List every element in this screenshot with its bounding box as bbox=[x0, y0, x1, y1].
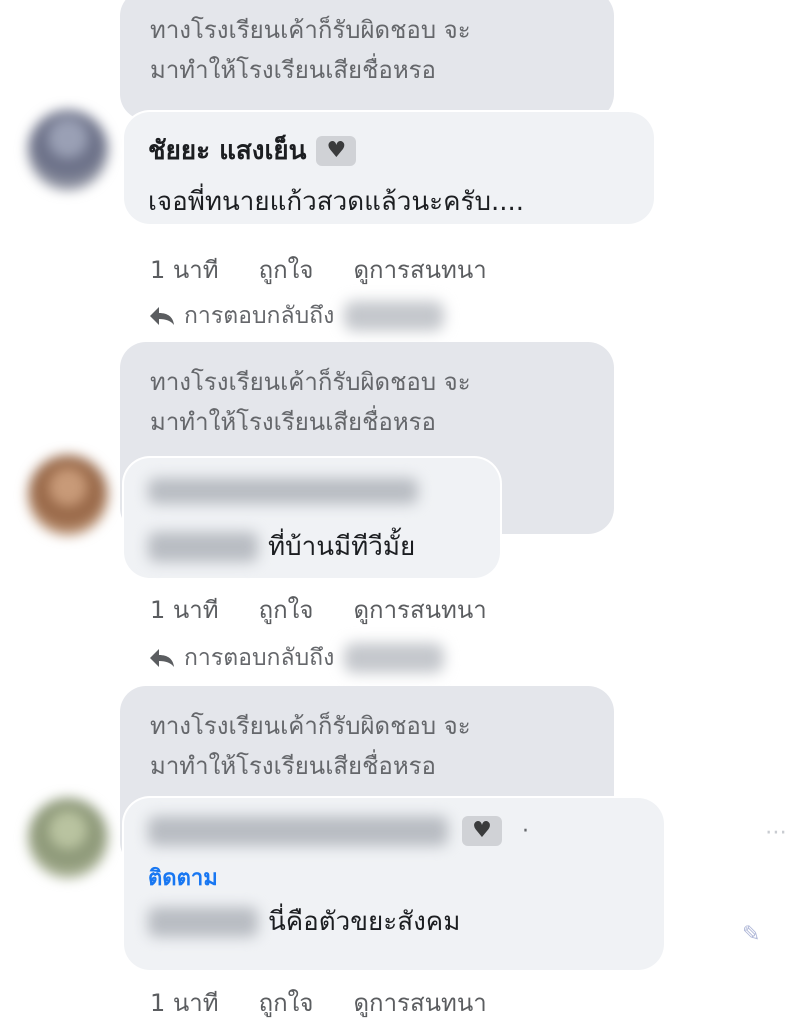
reply-bubble: ชัยยะ แสงเย็น ♥ เจอพี่ทนายแก้วสวดแล้วนะค… bbox=[124, 112, 654, 224]
redacted-author bbox=[148, 472, 476, 506]
reply-bubble: ♥ · ติดตาม นี่คือตัวขยะสังคม bbox=[124, 798, 664, 970]
reply-arrow-icon bbox=[150, 307, 174, 325]
author-name[interactable]: ชัยยะ แสงเย็น bbox=[148, 130, 306, 171]
edit-icon[interactable]: ✎ bbox=[742, 922, 760, 947]
reply-to-indicator[interactable]: การตอบกลับถึง bbox=[148, 640, 445, 676]
author-row: ชัยยะ แสงเย็น ♥ bbox=[148, 130, 630, 171]
more-options-icon[interactable]: ⋯ bbox=[765, 820, 787, 845]
heart-icon: ♥ bbox=[316, 135, 357, 166]
author-row: ♥ · bbox=[148, 816, 640, 846]
timestamp: 1 นาที bbox=[150, 596, 219, 624]
quoted-comment[interactable]: ทางโรงเรียนเค้าก็รับผิดชอบ จะ มาทำให้โรง… bbox=[120, 0, 614, 120]
reply-bubble: ที่บ้านมีทีวีมั้ย bbox=[124, 458, 500, 578]
reply-to-indicator[interactable]: การตอบกลับถึง bbox=[148, 298, 445, 334]
comment-text: เจอพี่ทนายแก้วสวดแล้วนะครับ.... bbox=[148, 187, 525, 217]
avatar[interactable] bbox=[28, 110, 108, 190]
timestamp: 1 นาที bbox=[150, 989, 219, 1017]
quoted-comment-line-1: ทางโรงเรียนเค้าก็รับผิดชอบ จะ bbox=[150, 712, 471, 740]
redacted-name bbox=[344, 301, 445, 331]
quoted-comment-line-1: ทางโรงเรียนเค้าก็รับผิดชอบ จะ bbox=[150, 16, 471, 44]
quoted-comment-line-2: มาทำให้โรงเรียนเสียชื่อหรอ bbox=[150, 752, 436, 780]
follow-link[interactable]: ติดตาม bbox=[148, 860, 640, 895]
view-conversation-link[interactable]: ดูการสนทนา bbox=[353, 250, 486, 289]
avatar[interactable] bbox=[28, 455, 108, 535]
comment-actions: 1 นาที ถูกใจ ดูการสนทนา bbox=[150, 590, 487, 629]
like-button[interactable]: ถูกใจ bbox=[259, 590, 314, 629]
like-button[interactable]: ถูกใจ bbox=[259, 250, 314, 289]
quoted-comment-line-2: มาทำให้โรงเรียนเสียชื่อหรอ bbox=[150, 56, 436, 84]
redacted-mention bbox=[148, 906, 258, 937]
comment-row: ที่บ้านมีทีวีมั้ย bbox=[148, 526, 476, 567]
reply-arrow-icon bbox=[150, 649, 174, 667]
redacted-mention bbox=[148, 531, 258, 562]
comment-text: นี่คือตัวขยะสังคม bbox=[268, 907, 461, 937]
separator-dot: · bbox=[522, 818, 529, 844]
quoted-comment-line-2: มาทำให้โรงเรียนเสียชื่อหรอ bbox=[150, 408, 436, 436]
view-conversation-link[interactable]: ดูการสนทนา bbox=[353, 590, 486, 629]
redacted-name bbox=[344, 643, 445, 673]
comment-actions: 1 นาที ถูกใจ ดูการสนทนา bbox=[150, 983, 487, 1022]
redacted-author bbox=[148, 816, 448, 846]
timestamp: 1 นาที bbox=[150, 256, 219, 284]
comment-actions: 1 นาที ถูกใจ ดูการสนทนา bbox=[150, 250, 487, 289]
comment-row: นี่คือตัวขยะสังคม bbox=[148, 901, 640, 942]
view-conversation-link[interactable]: ดูการสนทนา bbox=[353, 983, 486, 1022]
follow-label: ติดตาม bbox=[148, 866, 218, 891]
reply-to-label: การตอบกลับถึง bbox=[184, 645, 335, 671]
avatar[interactable] bbox=[28, 798, 108, 878]
like-button[interactable]: ถูกใจ bbox=[259, 983, 314, 1022]
reply-to-label: การตอบกลับถึง bbox=[184, 303, 335, 329]
comment-text: ที่บ้านมีทีวีมั้ย bbox=[268, 532, 416, 562]
quoted-comment-line-1: ทางโรงเรียนเค้าก็รับผิดชอบ จะ bbox=[150, 368, 471, 396]
heart-icon: ♥ bbox=[462, 816, 502, 846]
